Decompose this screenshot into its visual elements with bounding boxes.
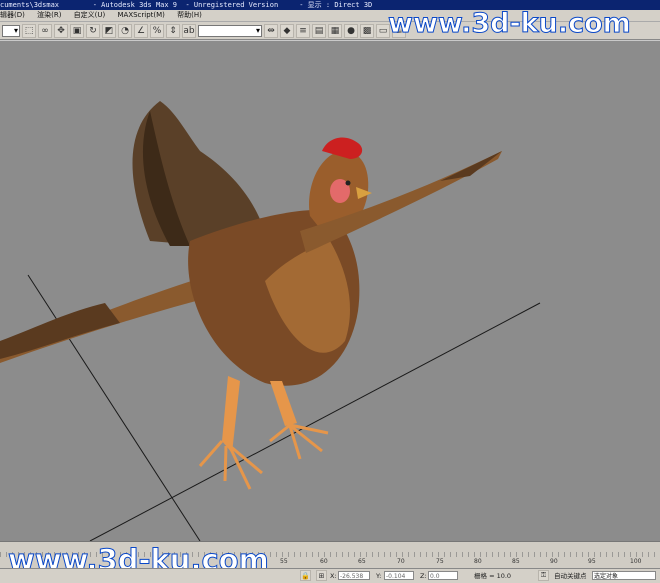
align-icon[interactable]: ◆ <box>280 23 294 38</box>
schematic-icon[interactable]: ▦ <box>328 23 342 38</box>
move-icon[interactable]: ✥ <box>54 23 68 38</box>
timeline-tick: 65 <box>358 558 366 565</box>
toolbar-dropdown-left[interactable] <box>2 24 20 37</box>
snap-icon[interactable]: ◔ <box>118 23 132 38</box>
z-coord-label: Z: <box>420 572 427 580</box>
x-coord-label: X: <box>330 572 337 580</box>
timeline-tick: 75 <box>436 558 444 565</box>
left-foot <box>198 440 263 490</box>
menu-item-maxscript[interactable]: MAXScript(M) <box>117 11 164 19</box>
percent-snap-icon[interactable]: % <box>150 23 164 38</box>
z-coord-field[interactable]: 0.0 <box>428 571 458 580</box>
curve-editor-icon[interactable]: ▤ <box>312 23 326 38</box>
chicken-eye <box>345 180 351 186</box>
named-selection-icon[interactable]: ab <box>182 23 196 38</box>
lock-selection-icon[interactable]: 🔒 <box>300 570 311 581</box>
perspective-viewport[interactable] <box>0 41 660 541</box>
rotate-icon[interactable]: ↻ <box>86 23 100 38</box>
named-selection-dropdown[interactable] <box>198 24 262 37</box>
link-icon[interactable]: ∞ <box>38 23 52 38</box>
title-app: - Autodesk 3ds Max 9 - Unregistered Vers… <box>92 1 279 9</box>
angle-snap-icon[interactable]: ∠ <box>134 23 148 38</box>
timeline-tick: 85 <box>512 558 520 565</box>
selection-dropdown[interactable]: 选定对象 <box>592 571 656 580</box>
select-icon[interactable]: ⬚ <box>22 23 36 38</box>
x-coord-field[interactable]: -26.538 <box>338 571 370 580</box>
title-path: cuments\3dsmax <box>0 1 60 9</box>
material-editor-icon[interactable]: ● <box>344 23 358 38</box>
autokey-button[interactable]: 自动关键点 <box>554 571 587 581</box>
right-leg <box>270 381 297 426</box>
timeline-tick: 95 <box>588 558 596 565</box>
viewport-canvas <box>0 101 541 541</box>
timeline-tick: 90 <box>550 558 558 565</box>
timeline-tick: 55 <box>280 558 288 565</box>
render-setup-icon[interactable]: ▩ <box>360 23 374 38</box>
box-icon[interactable]: ▣ <box>70 23 84 38</box>
watermark-top: www.3d-ku.com <box>388 8 632 40</box>
spinner-snap-icon[interactable]: ⇕ <box>166 23 180 38</box>
left-wing-tips <box>0 303 120 359</box>
y-coord-label: Y: <box>376 572 382 580</box>
status-bar: 🔒 ⊞ X: -26.538 Y: -0.104 Z: 0.0 栅格 = 10.… <box>0 568 660 583</box>
y-coord-field[interactable]: -0.104 <box>384 571 414 580</box>
menu-item-customize[interactable]: 自定义(U) <box>74 11 106 19</box>
chicken-comb <box>322 137 363 159</box>
timeline-tick: 60 <box>320 558 328 565</box>
grid-spacing: 栅格 = 10.0 <box>474 572 512 580</box>
menu-item-render[interactable]: 渲染(R) <box>37 11 61 19</box>
timeline-tick: 100 <box>630 558 642 565</box>
mirror-icon[interactable]: ⇹ <box>264 23 278 38</box>
timeline-tick: 80 <box>474 558 482 565</box>
title-display: - 显示 : Direct 3D <box>299 1 373 9</box>
scale-icon[interactable]: ◩ <box>102 23 116 38</box>
timeline-tick: 70 <box>397 558 405 565</box>
menu-item-help[interactable]: 帮助(H) <box>177 11 202 19</box>
menu-item-editors[interactable]: 辑器(D) <box>0 11 25 19</box>
key-icon[interactable]: ⚿ <box>538 570 549 581</box>
absolute-mode-icon[interactable]: ⊞ <box>316 570 327 581</box>
left-leg <box>222 376 240 453</box>
layers-icon[interactable]: ≡ <box>296 23 310 38</box>
